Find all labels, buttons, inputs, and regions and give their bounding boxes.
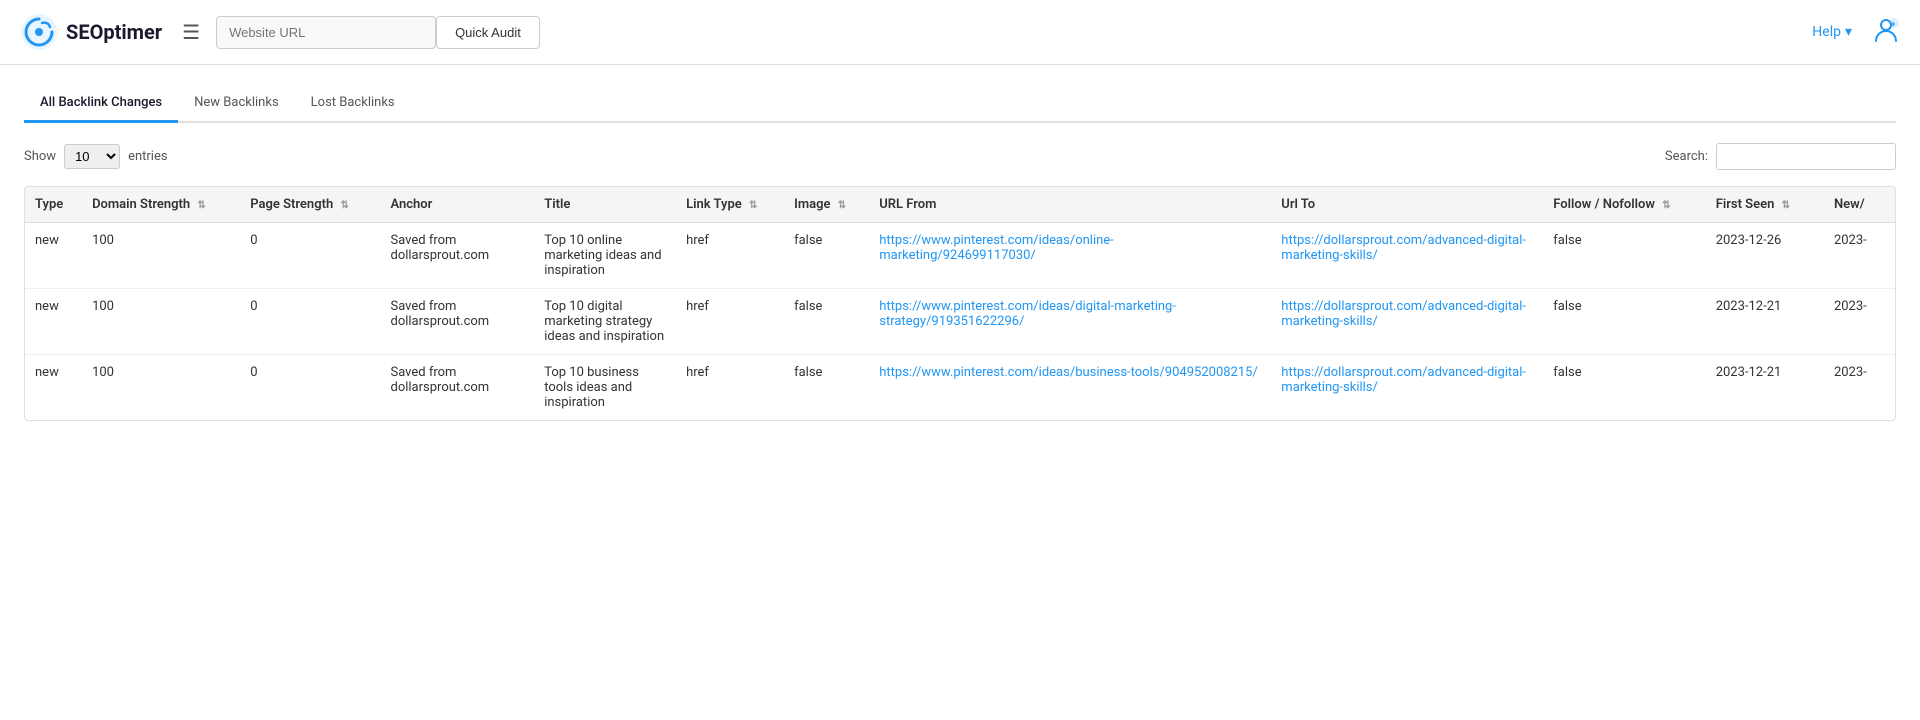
cell-image-0: false xyxy=(784,223,869,289)
cell-page-2: 0 xyxy=(240,355,380,421)
cell-image-1: false xyxy=(784,289,869,355)
cell-urlfrom-2[interactable]: https://www.pinterest.com/ideas/business… xyxy=(869,355,1271,421)
tabs-bar: All Backlink Changes New Backlinks Lost … xyxy=(24,85,1896,123)
cell-urlto-1[interactable]: https://dollarsprout.com/advanced-digita… xyxy=(1271,289,1543,355)
cell-anchor-1: Saved from dollarsprout.com xyxy=(380,289,534,355)
cell-title-0: Top 10 online marketing ideas and inspir… xyxy=(534,223,676,289)
cell-title-2: Top 10 business tools ideas and inspirat… xyxy=(534,355,676,421)
search-label: Search: xyxy=(1665,149,1708,164)
search-input[interactable] xyxy=(1716,143,1896,170)
cell-urlfrom-1[interactable]: https://www.pinterest.com/ideas/digital-… xyxy=(869,289,1271,355)
cell-follow-1: false xyxy=(1543,289,1705,355)
cell-urlto-0[interactable]: https://dollarsprout.com/advanced-digita… xyxy=(1271,223,1543,289)
cell-urlfrom-0[interactable]: https://www.pinterest.com/ideas/online-m… xyxy=(869,223,1271,289)
website-url-input[interactable] xyxy=(216,16,436,49)
col-header-follow[interactable]: Follow / Nofollow ⇅ xyxy=(1543,187,1705,223)
tab-all-backlink-changes[interactable]: All Backlink Changes xyxy=(24,85,178,123)
hamburger-icon[interactable]: ☰ xyxy=(182,20,200,44)
cell-domain-2: 100 xyxy=(82,355,240,421)
cell-linktype-2: href xyxy=(676,355,784,421)
cell-anchor-2: Saved from dollarsprout.com xyxy=(380,355,534,421)
col-header-image[interactable]: Image ⇅ xyxy=(784,187,869,223)
col-header-new: New/ xyxy=(1824,187,1895,223)
user-icon[interactable]: + xyxy=(1872,15,1900,49)
backlinks-table: Type Domain Strength ⇅ Page Strength ⇅ A… xyxy=(25,187,1895,420)
cell-new-2: 2023- xyxy=(1824,355,1895,421)
cell-linktype-0: href xyxy=(676,223,784,289)
entries-label: entries xyxy=(128,149,168,164)
show-label: Show xyxy=(24,149,56,164)
entries-select[interactable]: 10 25 50 100 xyxy=(64,144,120,169)
cell-page-1: 0 xyxy=(240,289,380,355)
col-header-url-to: Url To xyxy=(1271,187,1543,223)
cell-type-0: new xyxy=(25,223,82,289)
search-area: Search: xyxy=(1665,143,1896,170)
sort-icon-follow: ⇅ xyxy=(1662,200,1670,211)
cell-type-1: new xyxy=(25,289,82,355)
url-from-link-1[interactable]: https://www.pinterest.com/ideas/digital-… xyxy=(879,299,1176,329)
cell-anchor-0: Saved from dollarsprout.com xyxy=(380,223,534,289)
cell-new-1: 2023- xyxy=(1824,289,1895,355)
url-from-link-0[interactable]: https://www.pinterest.com/ideas/online-m… xyxy=(879,233,1114,263)
cell-page-0: 0 xyxy=(240,223,380,289)
tab-lost-backlinks[interactable]: Lost Backlinks xyxy=(295,85,411,123)
url-from-link-2[interactable]: https://www.pinterest.com/ideas/business… xyxy=(879,365,1258,380)
help-label: Help xyxy=(1812,24,1841,40)
quick-audit-button[interactable]: Quick Audit xyxy=(436,16,540,49)
table-row: new 100 0 Saved from dollarsprout.com To… xyxy=(25,289,1895,355)
cell-domain-1: 100 xyxy=(82,289,240,355)
cell-follow-2: false xyxy=(1543,355,1705,421)
sort-icon-firstseen: ⇅ xyxy=(1782,200,1790,211)
url-to-link-2[interactable]: https://dollarsprout.com/advanced-digita… xyxy=(1281,365,1526,395)
cell-image-2: false xyxy=(784,355,869,421)
cell-domain-0: 100 xyxy=(82,223,240,289)
url-to-link-0[interactable]: https://dollarsprout.com/advanced-digita… xyxy=(1281,233,1526,263)
cell-firstseen-2: 2023-12-21 xyxy=(1706,355,1824,421)
logo-text: SEOptimer xyxy=(66,20,162,44)
logo-icon xyxy=(20,13,58,51)
controls-row: Show 10 25 50 100 entries Search: xyxy=(24,143,1896,170)
col-header-page-strength[interactable]: Page Strength ⇅ xyxy=(240,187,380,223)
cell-linktype-1: href xyxy=(676,289,784,355)
tab-new-backlinks[interactable]: New Backlinks xyxy=(178,85,295,123)
show-entries-control: Show 10 25 50 100 entries xyxy=(24,144,168,169)
table-row: new 100 0 Saved from dollarsprout.com To… xyxy=(25,355,1895,421)
col-header-url-from: URL From xyxy=(869,187,1271,223)
col-header-type: Type xyxy=(25,187,82,223)
cell-urlto-2[interactable]: https://dollarsprout.com/advanced-digita… xyxy=(1271,355,1543,421)
sort-icon-linktype: ⇅ xyxy=(749,200,757,211)
col-header-first-seen[interactable]: First Seen ⇅ xyxy=(1706,187,1824,223)
backlinks-table-wrapper: Type Domain Strength ⇅ Page Strength ⇅ A… xyxy=(24,186,1896,421)
url-to-link-1[interactable]: https://dollarsprout.com/advanced-digita… xyxy=(1281,299,1526,329)
svg-text:+: + xyxy=(1891,20,1896,29)
sort-icon-image: ⇅ xyxy=(838,200,846,211)
logo-area: SEOptimer xyxy=(20,13,162,51)
sort-icon-domain: ⇅ xyxy=(197,200,205,211)
cell-follow-0: false xyxy=(1543,223,1705,289)
col-header-domain-strength[interactable]: Domain Strength ⇅ xyxy=(82,187,240,223)
cell-new-0: 2023- xyxy=(1824,223,1895,289)
cell-type-2: new xyxy=(25,355,82,421)
header: SEOptimer ☰ Quick Audit Help ▾ + xyxy=(0,0,1920,65)
table-row: new 100 0 Saved from dollarsprout.com To… xyxy=(25,223,1895,289)
col-header-title: Title xyxy=(534,187,676,223)
header-right: Help ▾ + xyxy=(1812,15,1900,49)
help-chevron-icon: ▾ xyxy=(1845,24,1852,40)
table-header-row: Type Domain Strength ⇅ Page Strength ⇅ A… xyxy=(25,187,1895,223)
cell-title-1: Top 10 digital marketing strategy ideas … xyxy=(534,289,676,355)
help-button[interactable]: Help ▾ xyxy=(1812,24,1852,40)
main-content: All Backlink Changes New Backlinks Lost … xyxy=(0,65,1920,441)
cell-firstseen-1: 2023-12-21 xyxy=(1706,289,1824,355)
cell-firstseen-0: 2023-12-26 xyxy=(1706,223,1824,289)
col-header-anchor: Anchor xyxy=(380,187,534,223)
sort-icon-page: ⇅ xyxy=(340,200,348,211)
col-header-link-type[interactable]: Link Type ⇅ xyxy=(676,187,784,223)
